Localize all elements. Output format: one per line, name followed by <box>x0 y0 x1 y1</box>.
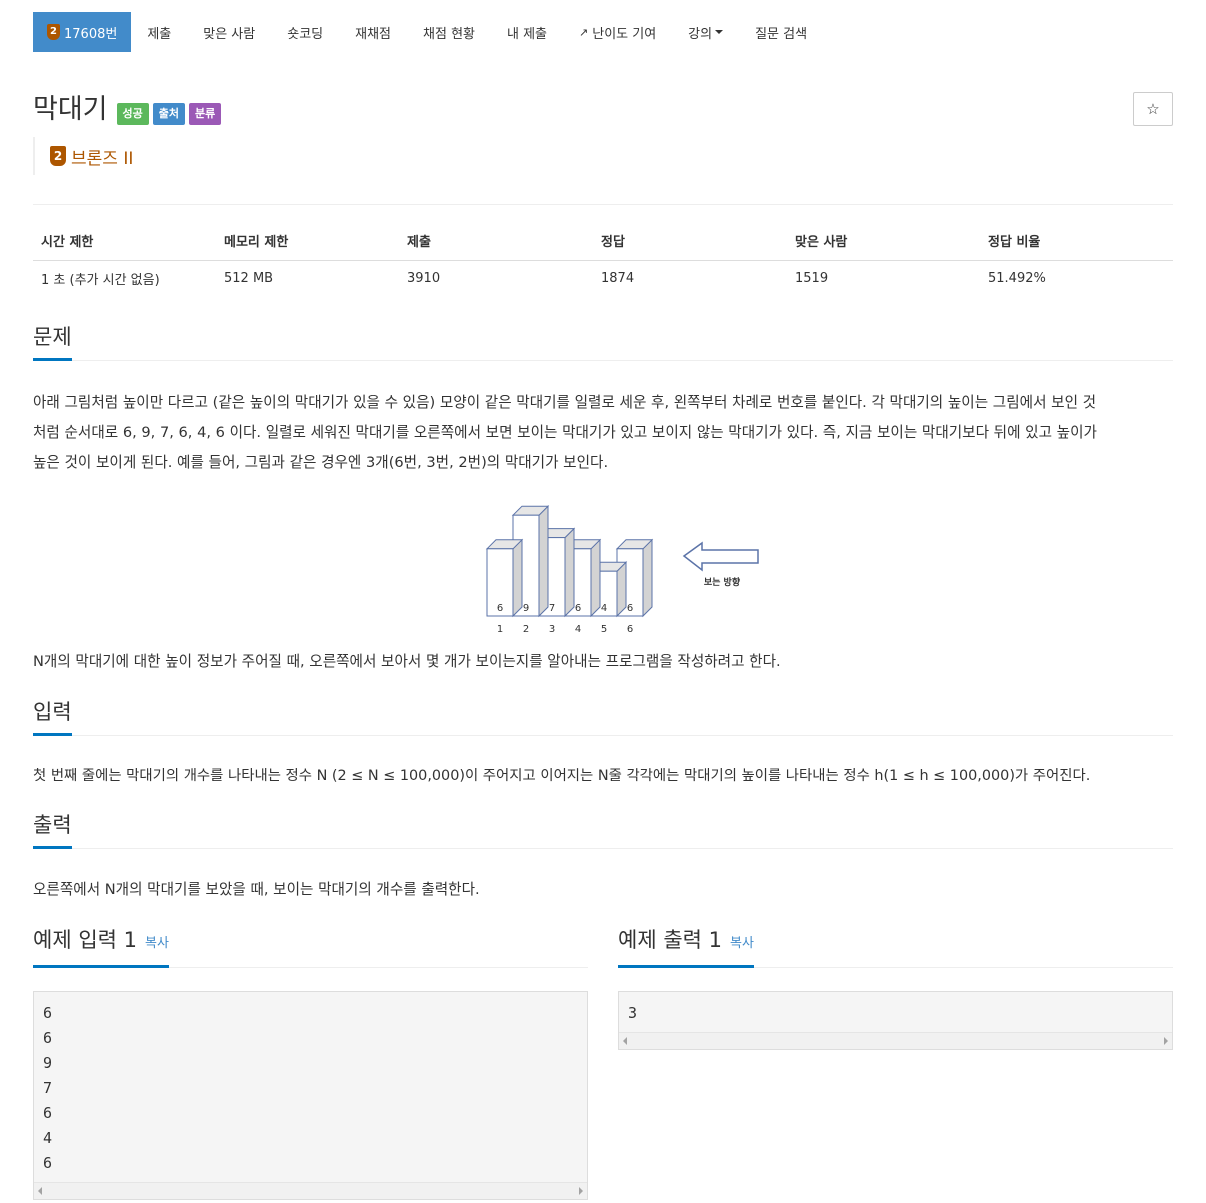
description-heading: 문제 <box>33 322 1173 361</box>
bronze-tier-icon: 2 <box>50 146 66 166</box>
copy-sample-input-button[interactable]: 복사 <box>145 936 169 951</box>
sample-output-heading: 예제 출력 1 복사 <box>618 925 1173 968</box>
sample-input-box[interactable]: 6 6 9 7 6 4 6 <box>33 991 588 1200</box>
value-accepted-users: 1519 <box>795 270 829 286</box>
value-time-limit: 1 초 (추가 시간 없음) <box>41 272 160 288</box>
bar-group: 6 6 4 5 6 4 7 3 9 2 6 1 <box>485 504 654 635</box>
sample-output-title-text: 예제 출력 1 <box>618 928 722 952</box>
problem-nav: 2 17608번 제출 맞은 사람 숏코딩 재채점 채점 현황 내 제출 ↗ 난… <box>33 12 823 52</box>
table-row: 1 초 (추가 시간 없음) 512 MB 3910 1874 1519 51.… <box>33 260 1173 296</box>
header-accepted: 정답 <box>593 222 787 261</box>
label-category[interactable]: 분류 <box>189 103 222 125</box>
nav-submit[interactable]: 제출 <box>131 12 187 52</box>
bar-side-face <box>564 527 575 618</box>
scroll-left-icon[interactable] <box>623 1037 627 1045</box>
nav-status[interactable]: 채점 현황 <box>407 12 491 52</box>
bar-index-label: 1 <box>497 624 503 635</box>
bar-height-label: 6 <box>575 603 581 614</box>
label-success[interactable]: 성공 <box>116 103 149 125</box>
nav-difficulty-contribution[interactable]: ↗ 난이도 기여 <box>563 12 672 52</box>
bar-index-label: 2 <box>523 624 529 635</box>
nav-rejudge[interactable]: 재채점 <box>339 12 407 52</box>
external-link-icon: ↗ <box>579 25 589 39</box>
input-heading: 입력 <box>33 697 1173 736</box>
output-title: 출력 <box>33 810 72 849</box>
bar-height-label: 6 <box>497 603 503 614</box>
view-direction-arrow: 보는 방향 <box>682 541 759 588</box>
header-time-limit: 시간 제한 <box>33 222 216 261</box>
nav-my-submissions[interactable]: 내 제출 <box>491 12 563 52</box>
tier-label: 브론즈 II <box>71 148 134 169</box>
header-submissions: 제출 <box>399 222 593 261</box>
divider <box>33 204 1173 205</box>
value-memory-limit: 512 MB <box>224 270 274 286</box>
bronze-tier-icon: 2 <box>47 24 60 40</box>
problem-title: 막대기 <box>33 94 108 125</box>
bar-side-face <box>590 538 601 618</box>
header-accepted-users: 맞은 사람 <box>787 222 980 261</box>
copy-sample-output-button[interactable]: 복사 <box>730 936 754 951</box>
description-line: 처럼 순서대로 6, 9, 7, 6, 4, 6 이다. 일렬로 세워진 막대기… <box>33 424 1097 441</box>
bar-side-face <box>538 504 549 618</box>
nav-lectures-dropdown[interactable]: 강의 <box>672 12 739 52</box>
sample-output-box[interactable]: 3 <box>618 991 1173 1050</box>
bar-height-label: 9 <box>523 603 529 614</box>
sample-input-title: 예제 입력 1 복사 <box>33 925 169 968</box>
bar-index-label: 5 <box>601 624 607 635</box>
nav-question-search[interactable]: 질문 검색 <box>739 12 823 52</box>
sample-input-title-text: 예제 입력 1 <box>33 928 137 952</box>
horizontal-scrollbar[interactable] <box>34 1182 587 1199</box>
bar-index-label: 3 <box>549 624 555 635</box>
scroll-right-icon[interactable] <box>579 1187 583 1195</box>
nav-short-coding[interactable]: 숏코딩 <box>271 12 339 52</box>
favorite-star-button[interactable]: ☆ <box>1133 92 1173 126</box>
nav-accepted-users[interactable]: 맞은 사람 <box>187 12 271 52</box>
sticks-figure: 6 6 4 5 6 4 7 3 9 2 6 1 보는 방향 <box>485 504 759 635</box>
description-text: 아래 그림처럼 높이만 다르고 (같은 높이의 막대기가 있을 수 있음) 모양… <box>33 388 1173 478</box>
header-memory-limit: 메모리 제한 <box>216 222 399 261</box>
bar-index-label: 6 <box>627 624 633 635</box>
arrow-label: 보는 방향 <box>704 576 741 588</box>
nav-lectures-label: 강의 <box>688 26 713 42</box>
description-line: 높은 것이 보이게 된다. 예를 들어, 그림과 같은 경우엔 3개(6번, 3… <box>33 454 609 471</box>
label-source[interactable]: 출처 <box>152 103 186 125</box>
bar-side-face <box>512 538 523 618</box>
nav-problem-id[interactable]: 2 17608번 <box>33 12 132 52</box>
problem-title-row: 막대기 성공 출처 분류 <box>33 92 222 128</box>
sample-input-heading: 예제 입력 1 복사 <box>33 925 588 968</box>
star-icon: ☆ <box>1146 100 1160 118</box>
scroll-right-icon[interactable] <box>1164 1037 1168 1045</box>
nav-difficulty-label: 난이도 기여 <box>592 26 657 42</box>
bar-height-label: 6 <box>627 603 633 614</box>
description-title: 문제 <box>33 322 72 361</box>
problem-info-table: 시간 제한 메모리 제한 제출 정답 맞은 사람 정답 비율 1 초 (추가 시… <box>33 222 1173 296</box>
sample-input-text: 6 6 9 7 6 4 6 <box>43 1004 53 1172</box>
value-accept-ratio: 51.492% <box>988 270 1046 286</box>
sample-output-title: 예제 출력 1 복사 <box>618 925 754 968</box>
bar-height-label: 4 <box>601 603 607 614</box>
sample-output-text: 3 <box>628 1004 638 1022</box>
problem-id-label: 17608번 <box>64 26 118 42</box>
description-after-figure: N개의 막대기에 대한 높이 정보가 주어질 때, 오른쪽에서 보아서 몇 개가… <box>33 653 781 670</box>
value-accepted: 1874 <box>601 270 635 286</box>
output-heading: 출력 <box>33 810 1173 849</box>
output-text: 오른쪽에서 N개의 막대기를 보았을 때, 보이는 막대기의 개수를 출력한다. <box>33 881 480 898</box>
horizontal-scrollbar[interactable] <box>619 1032 1172 1049</box>
bar-index-label: 4 <box>575 624 581 635</box>
input-text: 첫 번째 줄에는 막대기의 개수를 나타내는 정수 N (2 ≤ N ≤ 100… <box>33 768 1091 784</box>
scroll-left-icon[interactable] <box>38 1187 42 1195</box>
value-submissions: 3910 <box>407 270 441 286</box>
description-line: 아래 그림처럼 높이만 다르고 (같은 높이의 막대기가 있을 수 있음) 모양… <box>33 394 1097 411</box>
header-accept-ratio: 정답 비율 <box>980 222 1173 261</box>
caret-down-icon <box>715 30 724 34</box>
tier-display: 2 브론즈 II <box>33 137 133 175</box>
bar-height-label: 7 <box>549 603 555 614</box>
input-title: 입력 <box>33 697 72 736</box>
bar-side-face <box>642 538 653 618</box>
